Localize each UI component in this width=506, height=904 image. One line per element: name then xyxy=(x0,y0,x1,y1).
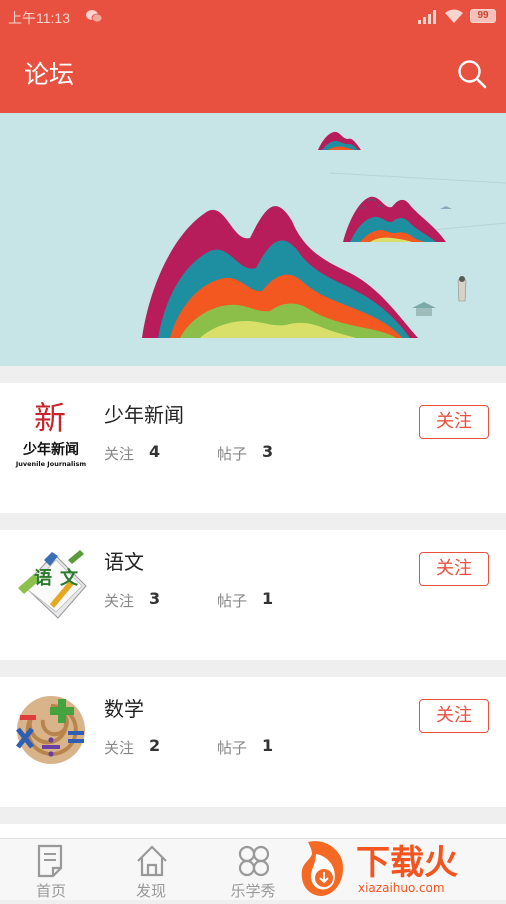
svg-text:文: 文 xyxy=(60,567,79,589)
search-icon[interactable] xyxy=(457,59,487,89)
app-bar: 论坛 xyxy=(0,33,506,113)
forum-card[interactable]: 语 文 语文 关注 3 帖子 1 关注 xyxy=(0,530,506,660)
watermark-logo: 下载火 xiazaihuo.com xyxy=(298,834,506,900)
tab-label: 首页 xyxy=(35,882,66,900)
forum-name: 少年新闻 xyxy=(104,403,184,427)
follow-count-label: 关注 xyxy=(104,739,135,757)
home-icon xyxy=(137,845,167,877)
follow-count: 4 xyxy=(149,442,161,461)
posts-count: 3 xyxy=(262,442,274,461)
follow-count-label: 关注 xyxy=(104,445,135,463)
logo-seal-char: 新 xyxy=(34,399,66,437)
forum-logo-juvenile-journalism: 新 少年新闻 Juvenile Journalism xyxy=(14,399,88,473)
posts-count-label: 帖子 xyxy=(217,445,248,463)
wifi-icon xyxy=(445,9,463,23)
follow-button[interactable]: 关注 xyxy=(419,405,489,439)
follow-button[interactable]: 关注 xyxy=(419,552,489,586)
follow-count-label: 关注 xyxy=(104,592,135,610)
svg-text:Juvenile Journalism: Juvenile Journalism xyxy=(15,460,87,468)
watermark-text: 下载火 xyxy=(356,843,458,883)
status-time: 上午11:13 xyxy=(8,10,70,26)
tab-discover[interactable]: 发现 xyxy=(106,839,196,901)
forum-name: 数学 xyxy=(104,697,144,721)
signal-icon xyxy=(418,10,436,24)
svg-text:少年新闻: 少年新闻 xyxy=(22,441,79,458)
posts-count-label: 帖子 xyxy=(217,739,248,757)
follow-button[interactable]: 关注 xyxy=(419,699,489,733)
watermark-url: xiazaihuo.com xyxy=(358,881,445,895)
landscape-illustration xyxy=(0,113,506,366)
tab-lexuexiu[interactable]: 乐学秀 xyxy=(208,839,298,901)
clover-icon xyxy=(238,845,270,877)
forum-logo-math xyxy=(14,693,88,767)
follow-count: 2 xyxy=(149,736,161,755)
battery-icon: 99 xyxy=(470,9,496,23)
banner-image[interactable] xyxy=(0,113,506,366)
forum-logo-chinese: 语 文 xyxy=(14,546,88,620)
page-title: 论坛 xyxy=(24,60,75,89)
document-icon xyxy=(37,844,63,878)
posts-count: 1 xyxy=(262,736,274,755)
posts-count: 1 xyxy=(262,589,274,608)
status-bar: 上午11:13 99 xyxy=(0,0,506,33)
tab-label: 乐学秀 xyxy=(230,882,276,900)
forum-name: 语文 xyxy=(104,550,144,574)
wechat-icon xyxy=(86,10,102,23)
follow-count: 3 xyxy=(149,589,161,608)
svg-text:语: 语 xyxy=(34,568,52,589)
tab-home[interactable]: 首页 xyxy=(6,839,96,901)
tab-label: 发现 xyxy=(135,882,166,900)
forum-card[interactable]: 数学 关注 2 帖子 1 关注 xyxy=(0,677,506,807)
forum-card[interactable]: 新 少年新闻 Juvenile Journalism 少年新闻 关注 4 帖子 … xyxy=(0,383,506,513)
posts-count-label: 帖子 xyxy=(217,592,248,610)
